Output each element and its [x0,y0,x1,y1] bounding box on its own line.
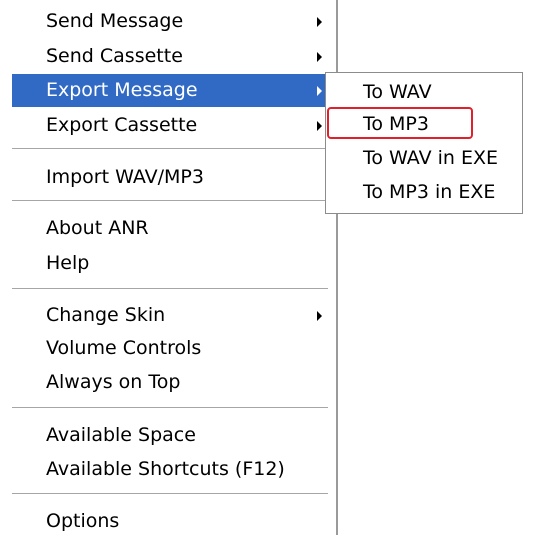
submenu-arrow-icon [317,121,322,131]
menu-item-options[interactable]: Options [12,505,332,538]
menu-item-send-message[interactable]: Send Message [12,5,332,38]
menu-item-available-shortcuts[interactable]: Available Shortcuts (F12) [12,453,332,486]
menu-item-label: Available Shortcuts (F12) [46,458,285,480]
menu-separator [12,148,328,150]
context-menu: Send Message Send Cassette Export Messag… [0,0,340,535]
submenu-item-to-mp3-in-exe[interactable]: To MP3 in EXE [327,177,521,207]
menu-item-volume-controls[interactable]: Volume Controls [12,332,332,365]
submenu-arrow-icon [317,17,322,27]
menu-item-label: Volume Controls [46,337,202,359]
export-message-submenu: To WAV To MP3 To WAV in EXE To MP3 in EX… [325,72,523,214]
menu-item-label: Export Cassette [46,114,198,136]
menu-item-label: Change Skin [46,304,166,326]
menu-item-import-wav-mp3[interactable]: Import WAV/MP3 [12,161,332,194]
menu-item-change-skin[interactable]: Change Skin [12,299,332,332]
menu-item-label: Options [46,510,120,532]
submenu-arrow-icon [317,311,322,321]
submenu-item-label: To MP3 in EXE [363,181,496,203]
menu-item-label: About ANR [46,217,149,239]
menu-item-label: Always on Top [46,371,181,393]
menu-item-label: Help [46,252,90,274]
menu-separator [12,493,328,495]
submenu-item-label: To WAV [363,81,432,103]
submenu-arrow-icon [317,52,322,62]
menu-item-send-cassette[interactable]: Send Cassette [12,40,332,73]
menu-separator [12,288,328,290]
submenu-item-to-wav[interactable]: To WAV [327,77,521,107]
menu-item-export-message[interactable]: Export Message [12,74,332,107]
submenu-arrow-icon [317,86,322,96]
submenu-item-label: To WAV in EXE [363,147,498,169]
menu-separator [12,407,328,409]
highlight-outline [327,107,473,139]
menu-item-label: Available Space [46,424,196,446]
menu-item-label: Export Message [46,79,198,101]
menu-item-label: Send Message [46,10,184,32]
menu-item-label: Send Cassette [46,45,183,67]
menu-item-label: Import WAV/MP3 [46,166,204,188]
submenu-item-to-wav-in-exe[interactable]: To WAV in EXE [327,143,521,173]
menu-item-help[interactable]: Help [12,247,332,280]
menu-item-export-cassette[interactable]: Export Cassette [12,109,332,142]
menu-item-about-anr[interactable]: About ANR [12,212,332,245]
menu-separator [12,200,328,202]
menu-item-available-space[interactable]: Available Space [12,419,332,452]
menu-item-always-on-top[interactable]: Always on Top [12,366,332,399]
